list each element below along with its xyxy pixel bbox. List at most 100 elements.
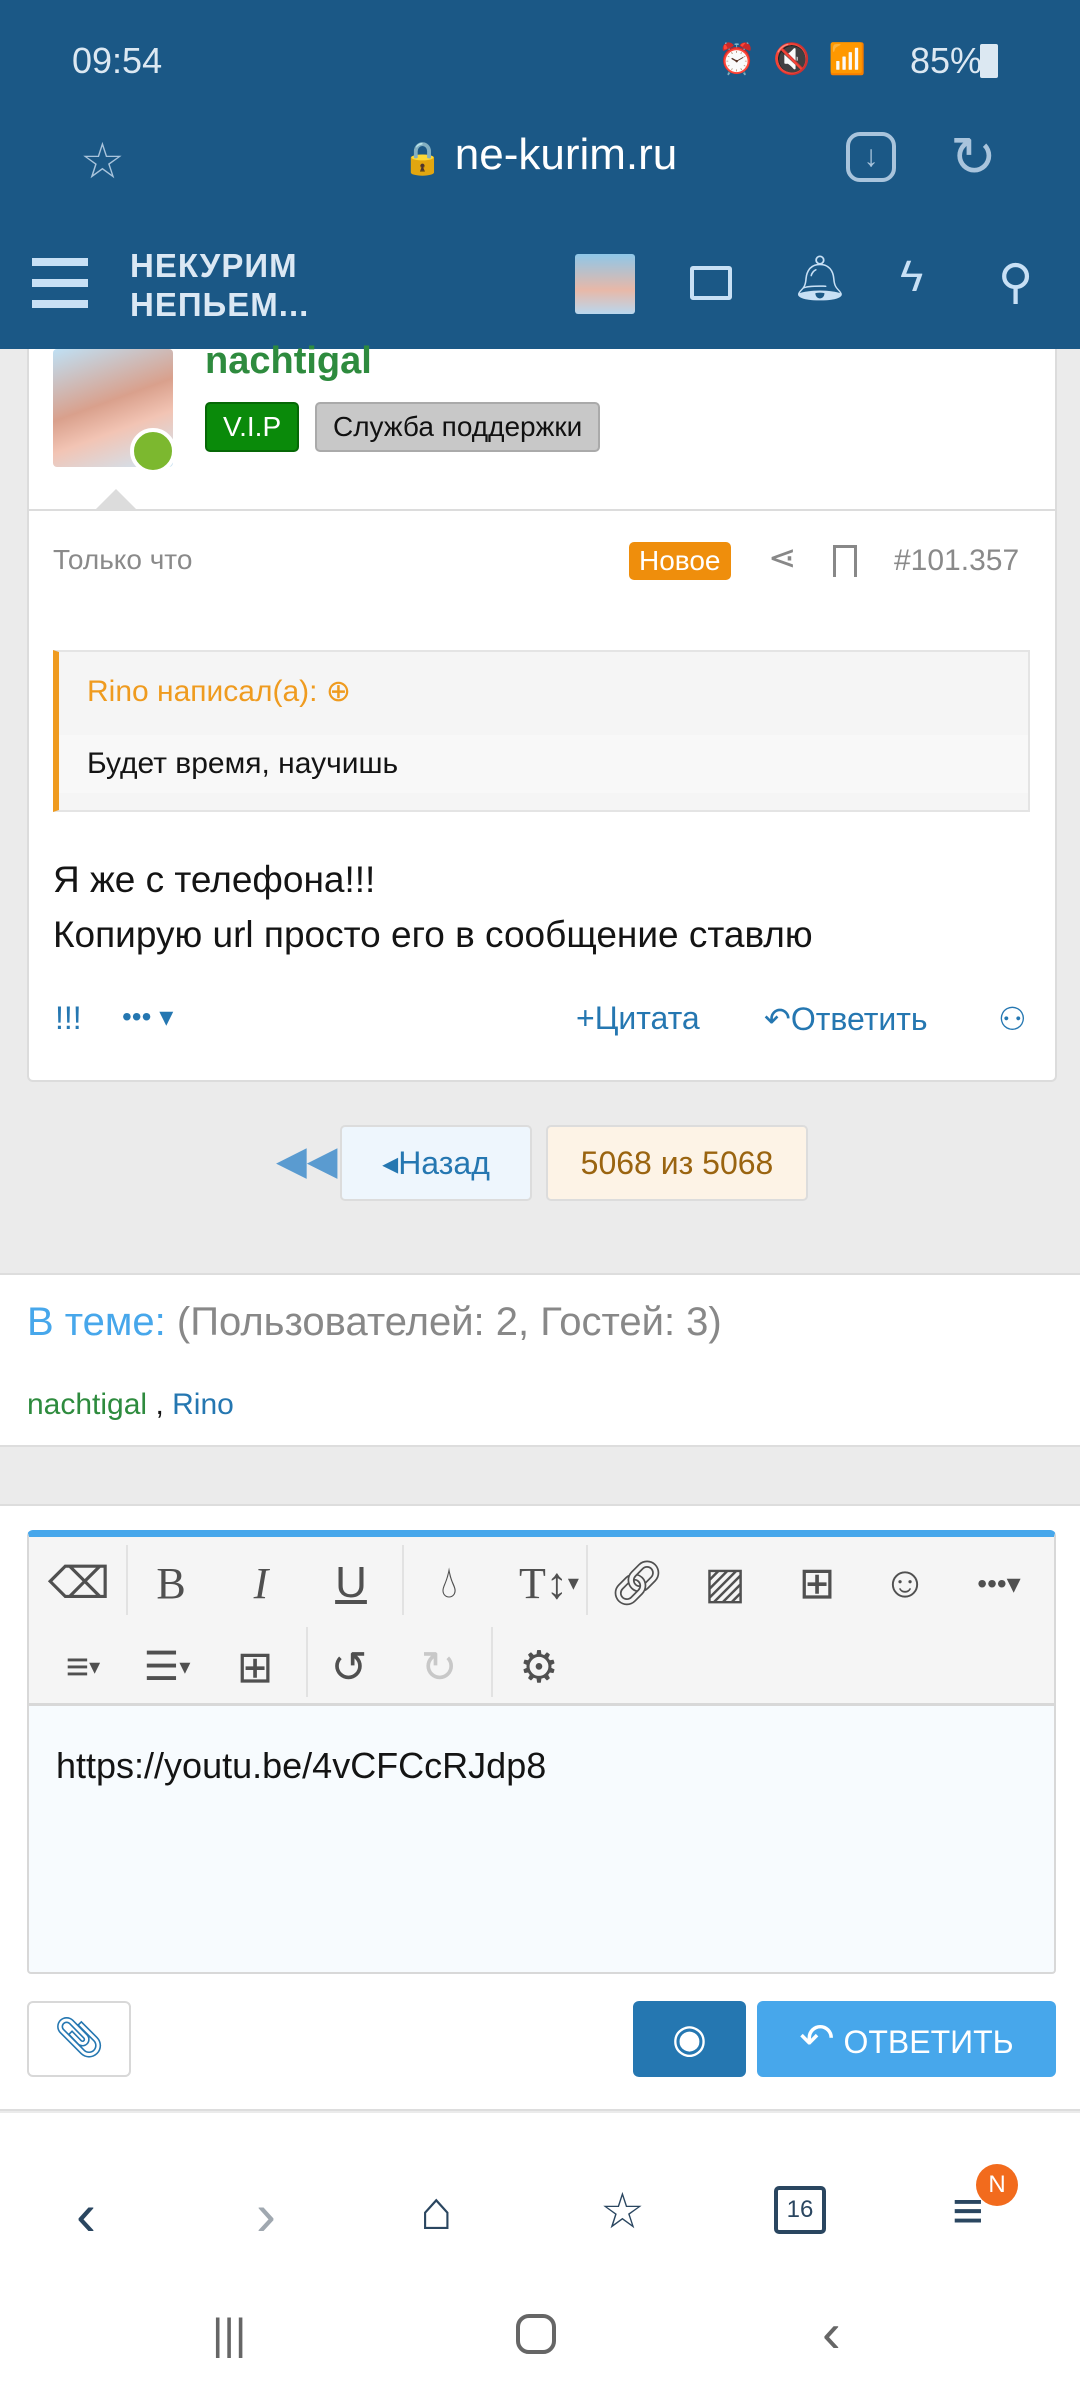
color-drop-icon[interactable]: 💧︎ — [419, 1553, 479, 1613]
jump-up-icon[interactable]: ⊕ — [326, 675, 351, 708]
divider — [27, 509, 1057, 511]
user-link[interactable]: nachtigal — [27, 1388, 147, 1421]
first-page-icon[interactable]: ◀◀ — [276, 1138, 338, 1184]
quote-button[interactable]: +Цитата — [576, 1000, 700, 1037]
bell-icon[interactable]: 🔔︎ — [792, 252, 848, 304]
emoji-icon[interactable]: ☺ — [875, 1553, 935, 1613]
italic-icon[interactable]: I — [231, 1553, 291, 1613]
bold-icon[interactable]: B — [141, 1553, 201, 1613]
divider — [306, 1627, 308, 1697]
system-back-icon[interactable]: ‹ — [822, 2300, 841, 2365]
quote-block: Rino написал(а): ⊕ Будет время, научишь — [53, 650, 1030, 812]
font-size-icon[interactable]: T↕ ▾ — [509, 1553, 589, 1613]
menu-notification-badge: N — [976, 2164, 1018, 2206]
reply-label: Ответить — [790, 1001, 928, 1037]
in-thread-counts: (Пользователей: 2, Гостей: 3) — [176, 1300, 722, 1344]
user-icon[interactable]: ⚇ — [998, 1000, 1027, 1038]
bookmarks-icon[interactable]: ☆ — [600, 2182, 645, 2240]
editor-toolbar: ⌫ B I U 💧︎ T↕ ▾ 🔗︎ ▨ ⊞ ☺ •••▾ ≡ ▾ ☰ ▾ ⊞ ↺ ↻… — [29, 1537, 1054, 1706]
image-icon[interactable]: ▨ — [695, 1553, 755, 1613]
quote-author-text: Rino написал(а): — [87, 675, 318, 708]
system-home-icon[interactable] — [516, 2314, 556, 2354]
recent-apps-icon[interactable]: ||| — [212, 2310, 246, 2360]
preview-button[interactable]: ◉ — [633, 2001, 746, 2077]
react-button[interactable]: !!! — [55, 1000, 82, 1037]
divider — [126, 1545, 128, 1615]
reply-button[interactable]: ↶Ответить — [764, 1000, 928, 1038]
current-page[interactable]: 5068 из 5068 — [546, 1125, 808, 1201]
wifi-icon: 📶 — [828, 43, 867, 76]
divider — [402, 1545, 404, 1615]
forward-icon: › — [256, 2181, 276, 2248]
align-icon[interactable]: ≡ ▾ — [45, 1637, 121, 1697]
status-icons: ⏰ 🔇 📶 — [718, 42, 866, 77]
post-username[interactable]: nachtigal — [205, 340, 372, 383]
arrow-pointer — [96, 489, 136, 509]
prev-label: Назад — [398, 1145, 490, 1181]
more-options-icon[interactable]: ••• ▾ — [122, 1000, 173, 1033]
eye-icon: ◉ — [672, 2017, 707, 2061]
url-bar[interactable]: 🔒 ne-kurim.ru — [0, 130, 1080, 180]
submit-label: ОТВЕТИТЬ — [843, 2024, 1014, 2060]
menu-hamburger-icon[interactable] — [32, 258, 88, 308]
table-icon[interactable]: ⊞ — [225, 1637, 285, 1697]
eraser-icon[interactable]: ⌫ — [48, 1553, 110, 1613]
in-thread-label: В теме: — [27, 1300, 166, 1344]
battery-level: 85% — [910, 40, 983, 81]
divider — [491, 1627, 493, 1697]
mute-icon: 🔇 — [773, 43, 811, 76]
battery-icon — [980, 44, 998, 78]
bookmark-icon[interactable] — [833, 545, 857, 577]
alarm-icon: ⏰ — [718, 43, 756, 76]
search-icon[interactable]: ⚲ — [998, 254, 1033, 310]
in-thread-heading: В теме: (Пользователей: 2, Гостей: 3) — [27, 1300, 722, 1345]
reply-icon: ↶ — [799, 2015, 835, 2062]
separator: , — [155, 1388, 164, 1421]
browser-bottom-bar — [0, 2113, 1080, 2400]
underline-icon[interactable]: U — [321, 1553, 381, 1613]
home-icon[interactable]: ⌂ — [420, 2180, 453, 2242]
reload-icon[interactable]: ↻ — [950, 124, 997, 190]
prev-page-button[interactable]: ◂Назад — [340, 1125, 532, 1201]
vip-badge: V.I.P — [205, 402, 300, 452]
support-badge: Служба поддержки — [315, 402, 601, 452]
video-icon[interactable]: ⊞ — [787, 1553, 847, 1613]
quote-label: Цитата — [594, 1000, 700, 1036]
online-status-icon — [130, 428, 176, 474]
site-logo[interactable]: НЕКУРИМ НЕПЬЕМ... — [130, 246, 309, 324]
share-icon[interactable]: ⋖ — [768, 538, 797, 578]
quote-text: Будет время, научишь — [59, 735, 1028, 793]
back-icon[interactable]: ‹ — [76, 2180, 96, 2249]
logo-line: НЕКУРИМ — [130, 247, 298, 284]
paperclip-icon: 📎︎ — [53, 2016, 105, 2060]
logo-line: НЕПЬЕМ... — [130, 286, 310, 323]
submit-reply-button[interactable]: ↶ ОТВЕТИТЬ — [757, 2001, 1056, 2077]
tabs-icon[interactable]: 16 — [774, 2186, 826, 2234]
post-body: Я же с телефона!!! Копирую url просто ег… — [53, 852, 813, 962]
link-icon[interactable]: 🔗︎ — [607, 1553, 667, 1613]
attach-files-button[interactable]: 📎︎ — [27, 2001, 131, 2077]
post-time[interactable]: Только что — [53, 544, 192, 576]
more-icon[interactable]: •••▾ — [959, 1553, 1039, 1613]
editor-textarea[interactable]: https://youtu.be/4vCFCcRJdp8 — [56, 1745, 1034, 1787]
post-line: Я же с телефона!!! — [53, 859, 376, 900]
quote-author[interactable]: Rino написал(а): ⊕ — [59, 652, 1028, 735]
inbox-icon[interactable] — [690, 266, 732, 300]
post-line: Копирую url просто его в сообщение ставл… — [53, 914, 813, 955]
post-number[interactable]: #101.357 — [894, 544, 1019, 578]
status-time: 09:54 — [72, 40, 163, 81]
user-avatar-small[interactable] — [575, 254, 635, 314]
redo-icon: ↻ — [420, 1642, 458, 1692]
divider — [586, 1545, 588, 1615]
reply-icon: ↶ — [764, 1001, 791, 1037]
new-badge: Новое — [629, 542, 731, 580]
user-link[interactable]: Rino — [172, 1388, 234, 1421]
lock-icon: 🔒 — [402, 140, 443, 176]
settings-gear-icon[interactable]: ⚙ — [509, 1637, 569, 1697]
lightning-icon[interactable]: ϟ — [900, 252, 923, 302]
url-text: ne-kurim.ru — [454, 130, 678, 179]
download-icon[interactable]: ↓ — [846, 132, 896, 182]
list-icon[interactable]: ☰ ▾ — [129, 1637, 205, 1697]
undo-icon[interactable]: ↺ — [319, 1637, 379, 1697]
in-thread-users: nachtigal , Rino — [27, 1388, 234, 1422]
